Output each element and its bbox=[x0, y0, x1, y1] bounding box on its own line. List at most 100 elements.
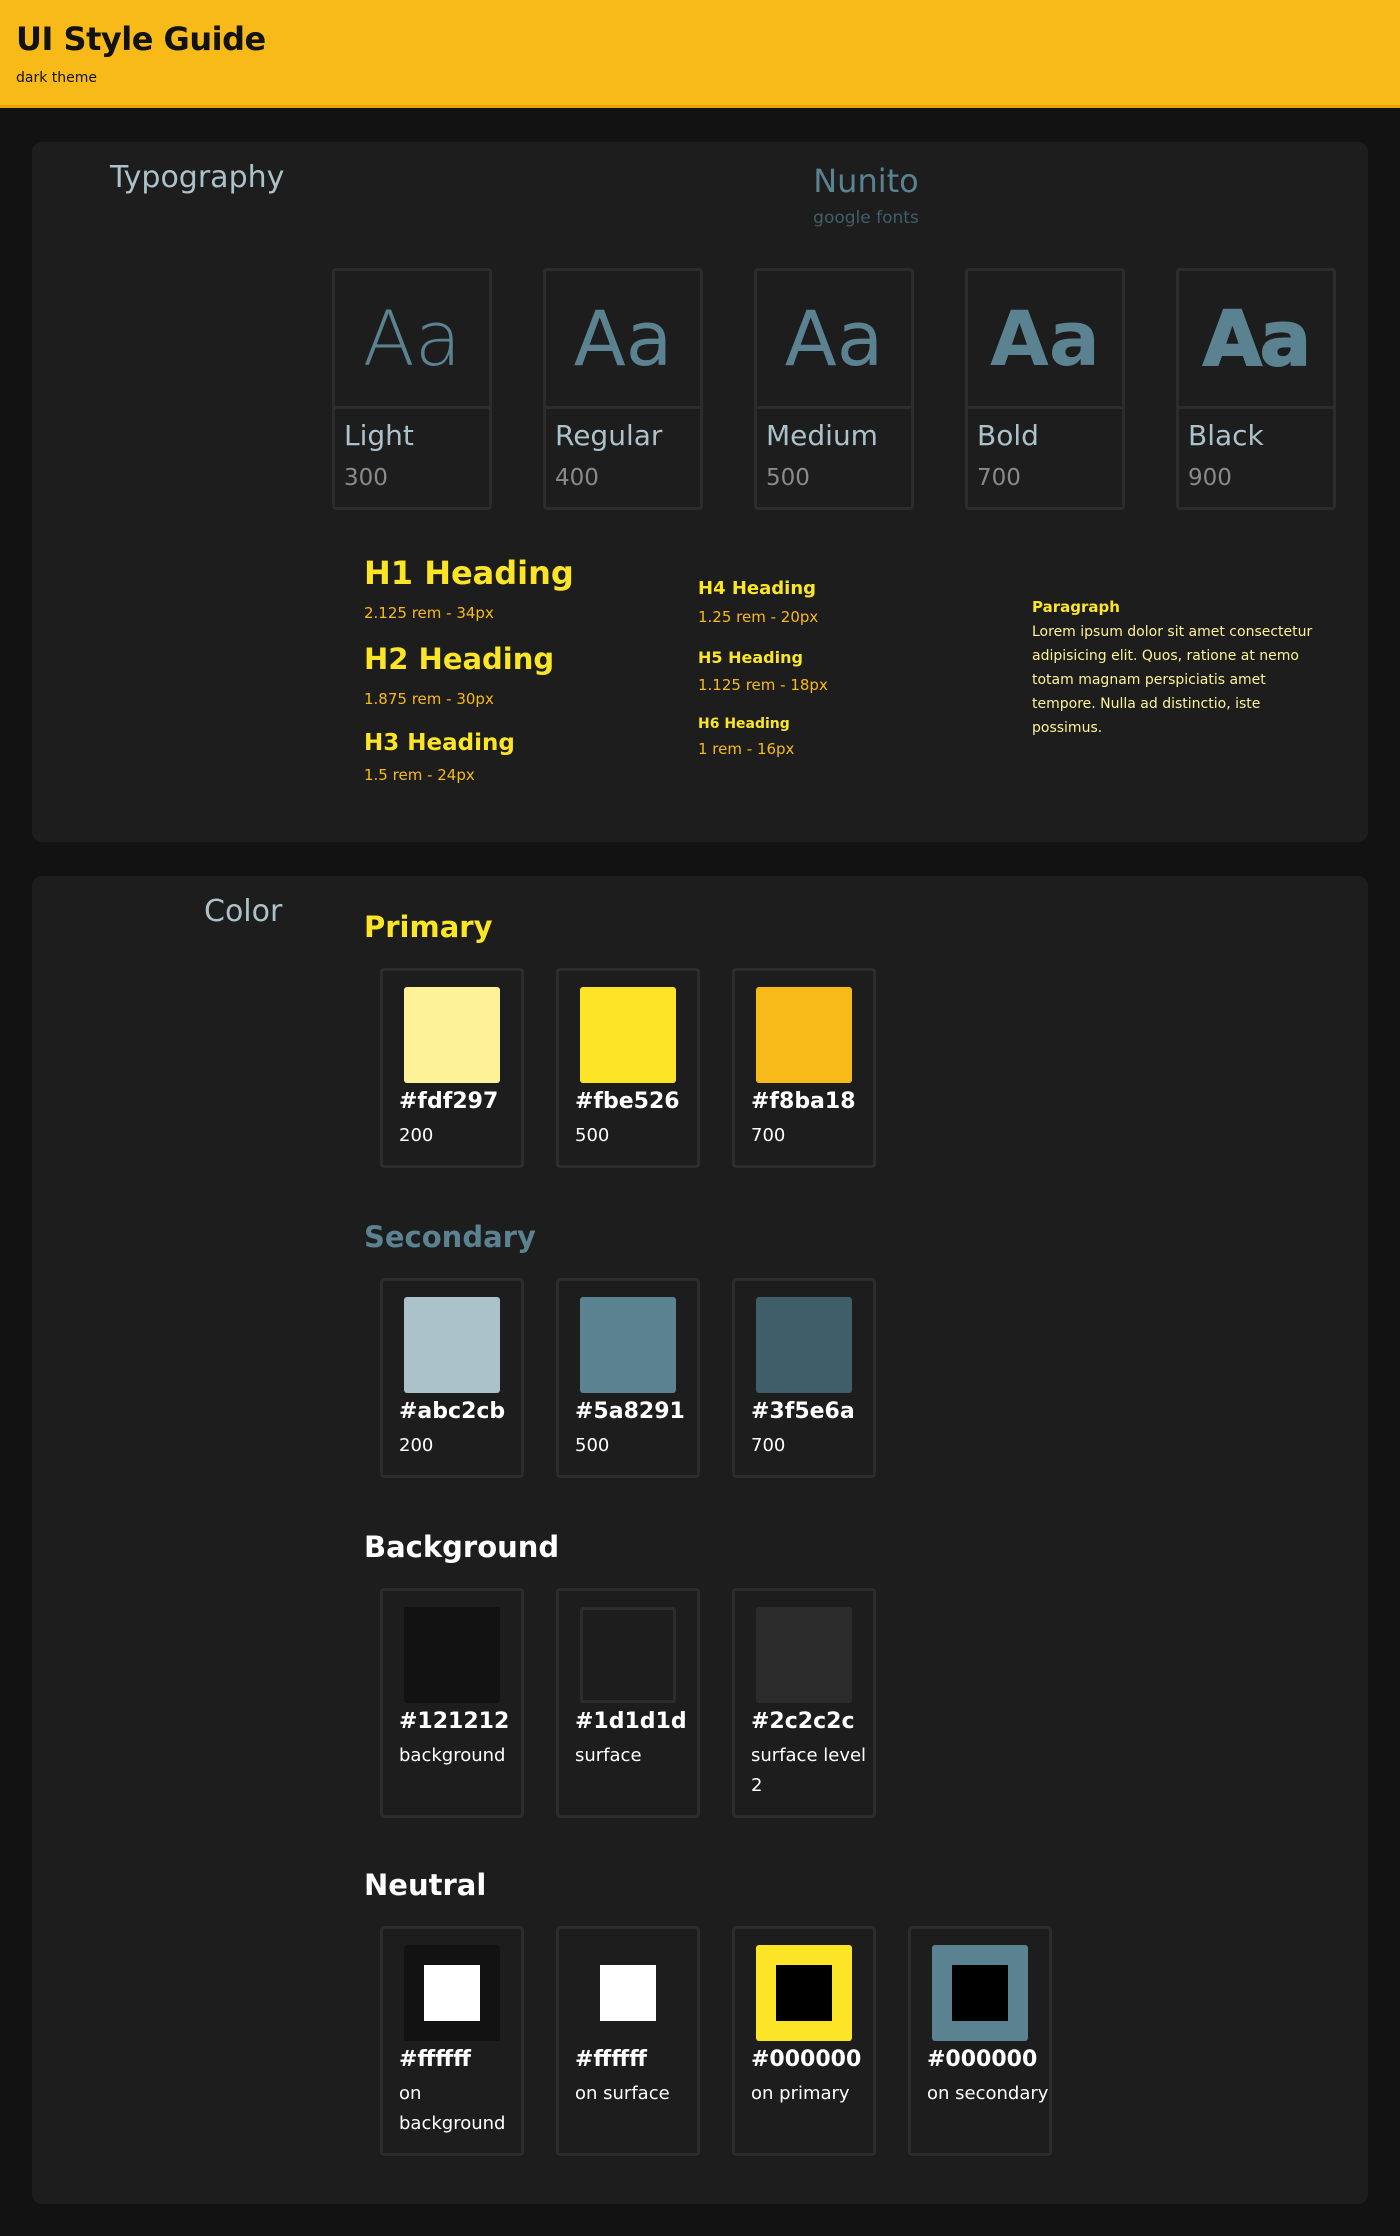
secondary-title: Secondary bbox=[364, 1220, 536, 1254]
typography-title: Typography bbox=[110, 160, 285, 195]
weight-card-medium: Aa Medium 500 bbox=[754, 268, 914, 510]
swatch-label: 500 bbox=[575, 1125, 610, 1146]
background-title: Background bbox=[364, 1530, 560, 1564]
swatch-hex: #000000 bbox=[927, 2047, 1038, 2072]
swatch-on-primary: #000000 on primary bbox=[732, 1926, 876, 2156]
h6-size: 1 rem - 16px bbox=[698, 740, 795, 758]
neutral-title: Neutral bbox=[364, 1868, 487, 1902]
color-chip bbox=[404, 987, 500, 1083]
weight-card-bold: Aa Bold 700 bbox=[965, 268, 1125, 510]
h3-sample: H3 Heading bbox=[364, 730, 515, 756]
weight-value: 700 bbox=[977, 465, 1021, 491]
color-card: Color Primary #fdf297 200 #fbe526 500 #f… bbox=[32, 876, 1368, 2204]
swatch-label: 700 bbox=[751, 1435, 786, 1456]
swatch-label: surface level 2 bbox=[751, 1745, 867, 1796]
h2-sample: H2 Heading bbox=[364, 642, 555, 676]
font-name: Nunito bbox=[813, 162, 919, 200]
swatch-primary-500: #fbe526 500 bbox=[556, 968, 700, 1168]
color-chip-inner bbox=[424, 1965, 480, 2021]
swatch-label: 700 bbox=[751, 1125, 786, 1146]
color-chip bbox=[580, 1607, 676, 1703]
weight-sample: Aa bbox=[1179, 271, 1333, 409]
h1-sample: H1 Heading bbox=[364, 554, 574, 592]
color-title: Color bbox=[204, 894, 283, 929]
swatch-hex: #000000 bbox=[751, 2047, 862, 2072]
color-chip bbox=[404, 1945, 500, 2041]
weight-sample: Aa bbox=[546, 271, 700, 409]
swatch-secondary-200: #abc2cb 200 bbox=[380, 1278, 524, 1478]
swatch-label: on background bbox=[399, 2083, 506, 2134]
swatch-label: 200 bbox=[399, 1435, 434, 1456]
typography-card: Typography Nunito google fonts Aa Light … bbox=[32, 142, 1368, 842]
weight-value: 400 bbox=[555, 465, 599, 491]
color-chip bbox=[580, 1945, 676, 2041]
weight-name: Regular bbox=[555, 419, 663, 452]
color-chip bbox=[404, 1607, 500, 1703]
color-chip bbox=[756, 1607, 852, 1703]
h4-size: 1.25 rem - 20px bbox=[698, 608, 819, 626]
weight-name: Black bbox=[1188, 419, 1264, 452]
swatch-hex: #121212 bbox=[399, 1709, 510, 1734]
h6-sample: H6 Heading bbox=[698, 716, 790, 732]
h2-size: 1.875 rem - 30px bbox=[364, 690, 494, 708]
swatch-hex: #fbe526 bbox=[575, 1089, 680, 1114]
color-chip bbox=[580, 987, 676, 1083]
paragraph-title: Paragraph bbox=[1032, 598, 1120, 616]
swatch-label: on primary bbox=[751, 2083, 850, 2104]
swatch-hex: #1d1d1d bbox=[575, 1709, 687, 1734]
weight-value: 900 bbox=[1188, 465, 1232, 491]
weight-sample: Aa bbox=[757, 271, 911, 409]
color-chip-inner bbox=[776, 1965, 832, 2021]
paragraph-sample: Lorem ipsum dolor sit amet consectetur a… bbox=[1032, 624, 1313, 736]
primary-title: Primary bbox=[364, 910, 493, 944]
h4-sample: H4 Heading bbox=[698, 578, 817, 599]
color-chip bbox=[756, 987, 852, 1083]
color-chip bbox=[756, 1945, 852, 2041]
swatch-primary-200: #fdf297 200 bbox=[380, 968, 524, 1168]
color-chip-inner bbox=[600, 1965, 656, 2021]
h5-sample: H5 Heading bbox=[698, 648, 803, 667]
swatch-hex: #ffffff bbox=[399, 2047, 471, 2072]
swatch-on-secondary: #000000 on secondary bbox=[908, 1926, 1052, 2156]
swatch-label: surface bbox=[575, 1745, 642, 1766]
weight-name: Light bbox=[344, 419, 414, 452]
swatch-hex: #5a8291 bbox=[575, 1399, 685, 1424]
h3-size: 1.5 rem - 24px bbox=[364, 766, 475, 784]
swatch-on-surface: #ffffff on surface bbox=[556, 1926, 700, 2156]
weight-card-light: Aa Light 300 bbox=[332, 268, 492, 510]
swatch-label: on surface bbox=[575, 2083, 670, 2104]
swatch-primary-700: #f8ba18 700 bbox=[732, 968, 876, 1168]
weight-name: Medium bbox=[766, 419, 878, 452]
color-chip bbox=[756, 1297, 852, 1393]
swatch-surface-level-2: #2c2c2c surface level 2 bbox=[732, 1588, 876, 1818]
weight-card-regular: Aa Regular 400 bbox=[543, 268, 703, 510]
swatch-hex: #ffffff bbox=[575, 2047, 647, 2072]
swatch-hex: #2c2c2c bbox=[751, 1709, 855, 1734]
swatch-label: on secondary bbox=[927, 2083, 1049, 2104]
color-chip bbox=[404, 1297, 500, 1393]
h5-size: 1.125 rem - 18px bbox=[698, 676, 828, 694]
swatch-hex: #fdf297 bbox=[399, 1089, 499, 1114]
swatch-label: 200 bbox=[399, 1125, 434, 1146]
swatch-secondary-700: #3f5e6a 700 bbox=[732, 1278, 876, 1478]
swatch-background: #121212 background bbox=[380, 1588, 524, 1818]
swatch-hex: #f8ba18 bbox=[751, 1089, 856, 1114]
page-title: UI Style Guide bbox=[16, 20, 266, 58]
swatch-secondary-500: #5a8291 500 bbox=[556, 1278, 700, 1478]
swatch-surface: #1d1d1d surface bbox=[556, 1588, 700, 1818]
weight-name: Bold bbox=[977, 419, 1039, 452]
h1-size: 2.125 rem - 34px bbox=[364, 604, 494, 622]
swatch-hex: #abc2cb bbox=[399, 1399, 506, 1424]
weight-value: 500 bbox=[766, 465, 810, 491]
page-header: UI Style Guide dark theme bbox=[0, 0, 1400, 108]
color-chip-inner bbox=[952, 1965, 1008, 2021]
font-source: google fonts bbox=[813, 208, 919, 228]
weight-sample: Aa bbox=[968, 271, 1122, 409]
swatch-label: 500 bbox=[575, 1435, 610, 1456]
swatch-label: background bbox=[399, 1745, 506, 1766]
color-chip bbox=[580, 1297, 676, 1393]
weight-card-black: Aa Black 900 bbox=[1176, 268, 1336, 510]
page-subtitle: dark theme bbox=[16, 70, 98, 86]
weight-sample: Aa bbox=[335, 271, 489, 409]
swatch-hex: #3f5e6a bbox=[751, 1399, 855, 1424]
